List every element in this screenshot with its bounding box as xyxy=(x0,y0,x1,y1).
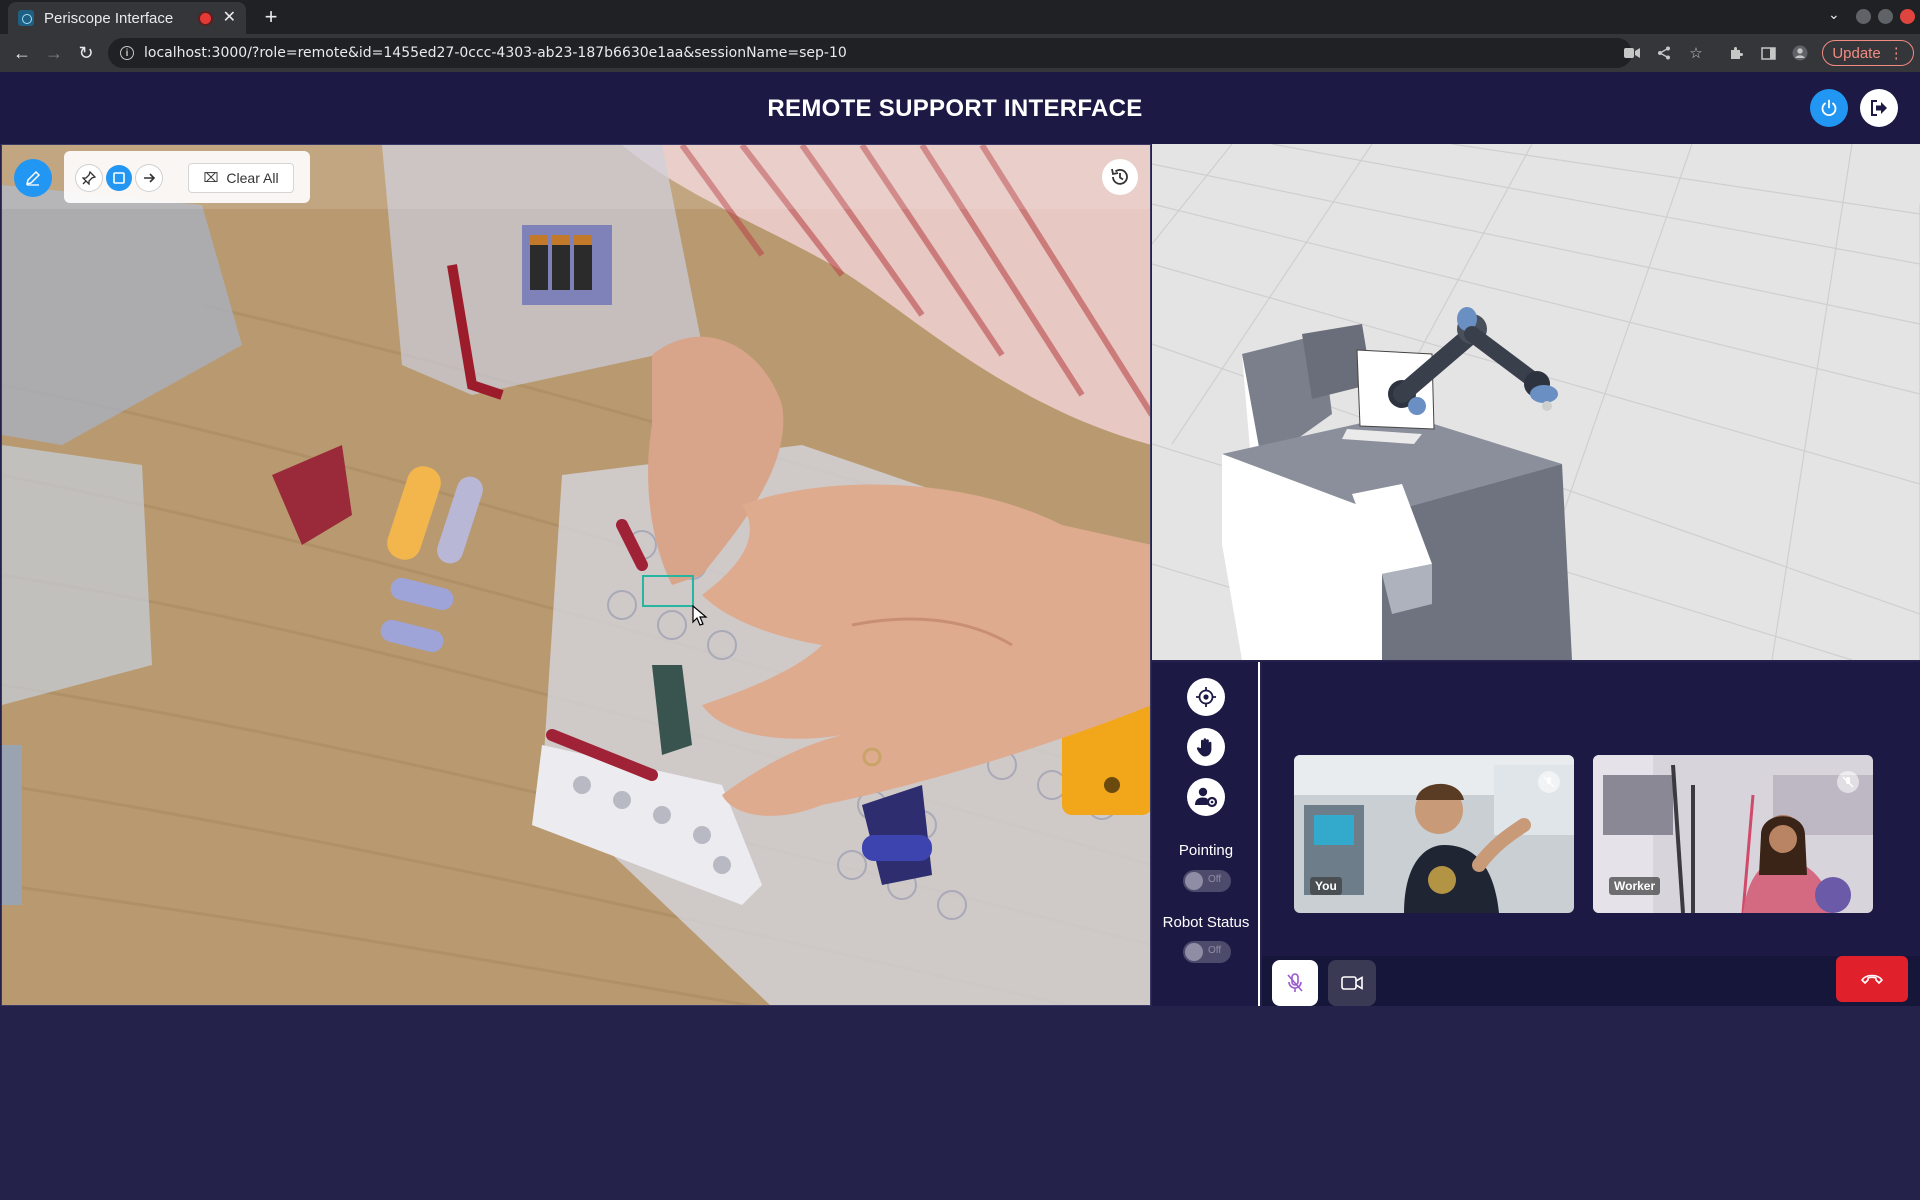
update-button[interactable]: Update ⋮ xyxy=(1822,40,1914,66)
react-favicon-icon xyxy=(18,10,34,26)
logout-icon xyxy=(1871,100,1887,116)
participant-tile-you[interactable]: You xyxy=(1294,755,1574,913)
clear-all-label: Clear All xyxy=(226,170,279,186)
pin-icon xyxy=(82,171,96,185)
crosshair-icon xyxy=(1196,687,1216,707)
page-title: REMOTE SUPPORT INTERFACE xyxy=(767,95,1143,122)
address-bar[interactable]: i localhost:3000/?role=remote&id=1455ed2… xyxy=(108,38,1632,68)
mute-mic-button[interactable] xyxy=(1272,960,1318,1006)
history-icon xyxy=(1111,168,1128,185)
recording-indicator-icon xyxy=(199,12,211,24)
bookmark-star-icon[interactable]: ☆ xyxy=(1686,43,1706,63)
site-info-icon[interactable]: i xyxy=(120,46,134,60)
pen-icon xyxy=(25,170,41,186)
pointing-label: Pointing xyxy=(1178,842,1234,859)
annotation-tool-group: ⌧ Clear All xyxy=(64,151,310,203)
eraser-icon: ⌧ xyxy=(203,170,219,185)
robot-status-label: Robot Status xyxy=(1162,914,1250,931)
locate-target-button[interactable] xyxy=(1187,678,1225,716)
mic-off-icon xyxy=(1287,973,1303,992)
power-button[interactable] xyxy=(1810,89,1848,127)
arrow-tool-button[interactable] xyxy=(136,165,162,191)
back-arrow-icon[interactable]: ← xyxy=(10,41,34,65)
user-settings-button[interactable] xyxy=(1187,778,1225,816)
worker-camera-feed[interactable]: ⌧ Clear All xyxy=(1,144,1151,1006)
share-icon[interactable] xyxy=(1654,43,1674,63)
robot-controls-panel: Pointing Off Robot Status Off xyxy=(1152,662,1260,1006)
reload-icon[interactable]: ↻ xyxy=(74,41,98,65)
pin-tool-button[interactable] xyxy=(76,165,102,191)
mouse-cursor-icon xyxy=(692,605,708,626)
annotate-pen-button[interactable] xyxy=(14,159,52,197)
arrow-right-icon xyxy=(144,173,156,183)
camera-in-use-icon[interactable] xyxy=(1622,43,1642,63)
logout-button[interactable] xyxy=(1860,89,1898,127)
pointing-state: Off xyxy=(1208,874,1222,885)
participant-name-you: You xyxy=(1310,877,1342,895)
stop-hand-button[interactable] xyxy=(1187,728,1225,766)
browser-tab[interactable]: Periscope Interface ✕ xyxy=(8,2,246,34)
app-header: REMOTE SUPPORT INTERFACE xyxy=(0,72,1920,144)
address-url[interactable]: localhost:3000/?role=remote&id=1455ed27-… xyxy=(144,45,847,61)
hand-icon xyxy=(1196,738,1212,757)
toggle-knob xyxy=(1185,872,1203,890)
participant-tile-worker[interactable]: Worker xyxy=(1593,755,1873,913)
annotation-history-button[interactable] xyxy=(1102,159,1138,195)
user-gear-icon xyxy=(1195,787,1218,808)
extensions-puzzle-icon[interactable] xyxy=(1726,43,1746,63)
forward-arrow-icon[interactable]: → xyxy=(42,41,66,65)
participant-name-worker: Worker xyxy=(1609,877,1661,895)
update-label: Update xyxy=(1832,44,1881,62)
pointing-toggle[interactable]: Off xyxy=(1183,870,1231,892)
close-window-icon[interactable] xyxy=(1900,9,1915,24)
rectangle-annotation[interactable] xyxy=(642,575,694,607)
workbench-video-frame xyxy=(2,145,1150,1005)
robot-simulation-scene xyxy=(1152,144,1920,660)
video-call-panel: You Worker xyxy=(1262,662,1920,1006)
update-menu-icon: ⋮ xyxy=(1888,45,1904,62)
tab-search-chevron-icon[interactable]: ⌄ xyxy=(1828,6,1840,23)
hang-up-phone-icon xyxy=(1861,974,1883,984)
muted-mic-icon xyxy=(1538,771,1560,793)
end-call-button[interactable] xyxy=(1836,956,1908,1002)
square-icon xyxy=(113,172,125,184)
browser-toolbar: ← → ↻ i localhost:3000/?role=remote&id=1… xyxy=(0,34,1920,72)
side-panel-icon[interactable] xyxy=(1758,43,1778,63)
camera-toggle-button[interactable] xyxy=(1328,960,1376,1006)
call-controls-bar xyxy=(1262,956,1920,1006)
power-icon xyxy=(1821,99,1837,117)
minimize-window-icon[interactable] xyxy=(1856,9,1871,24)
tab-close-icon[interactable]: ✕ xyxy=(223,10,236,26)
new-tab-button[interactable]: + xyxy=(258,4,284,30)
clear-all-button[interactable]: ⌧ Clear All xyxy=(188,163,294,193)
robot-3d-view[interactable] xyxy=(1152,144,1920,660)
browser-tab-strip: Periscope Interface ✕ + ⌄ xyxy=(0,0,1920,34)
muted-mic-icon xyxy=(1837,771,1859,793)
profile-avatar-icon[interactable] xyxy=(1790,43,1810,63)
tab-title: Periscope Interface xyxy=(44,9,174,27)
maximize-window-icon[interactable] xyxy=(1878,9,1893,24)
rectangle-tool-button[interactable] xyxy=(106,165,132,191)
robot-status-state: Off xyxy=(1208,945,1222,956)
toggle-knob xyxy=(1185,943,1203,961)
robot-status-toggle[interactable]: Off xyxy=(1183,941,1231,963)
video-camera-icon xyxy=(1341,976,1363,990)
